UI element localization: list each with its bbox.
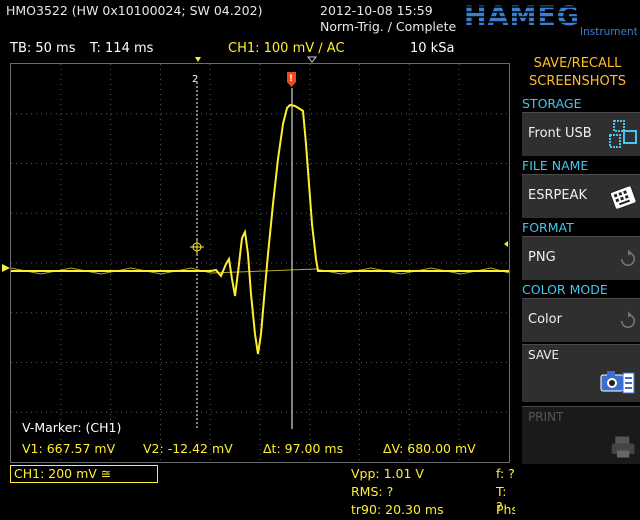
brand-sub: Instruments	[580, 26, 637, 37]
ch1-left-marker	[2, 264, 10, 272]
save-button[interactable]: SAVE	[522, 344, 640, 402]
filename-value: ESRPEAK	[528, 188, 587, 203]
device-info: HMO3522 (HW 0x10100024; SW 04.202)	[6, 3, 263, 18]
trigger-status: Norm-Trig. / Complete	[320, 19, 457, 34]
storage-button[interactable]: Front USB	[522, 112, 640, 156]
menu-title: SAVE/RECALL	[533, 56, 622, 71]
top-header: HMO3522 (HW 0x10100024; SW 04.202) 2012-…	[0, 0, 640, 38]
trigger-level-arrow	[504, 241, 508, 247]
storage-label: STORAGE	[522, 96, 582, 111]
meas-rms: RMS: ?	[351, 484, 394, 499]
trigger-pos-arrow	[306, 56, 318, 63]
meas-tr90: tr90: 20.30 ms	[351, 502, 444, 517]
ch1-setting-box[interactable]: CH1: 200 mV ≅	[10, 465, 158, 483]
timebase[interactable]: TB: 50 ms	[10, 41, 75, 56]
datetime: 2012-10-08 15:59	[320, 3, 433, 18]
filename-label: FILE NAME	[522, 158, 589, 173]
meas-vpp: Vpp: 1.01 V	[351, 466, 424, 481]
waveform-display[interactable]: 1 2 !	[10, 63, 510, 463]
print-label: PRINT	[528, 410, 564, 424]
storage-value: Front USB	[528, 126, 592, 141]
colormode-label: COLOR MODE	[522, 282, 608, 297]
graticule: 1 2 !	[11, 64, 509, 462]
marker-v1: V1: 667.57 mV	[22, 441, 116, 456]
trigger-time[interactable]: T: 114 ms	[90, 41, 153, 56]
marker-delta-v: ΔV: 680.00 mV	[383, 441, 476, 456]
format-value: PNG	[528, 250, 556, 265]
marker-2-label: 2	[192, 74, 198, 85]
trigger-marker-icon: !	[287, 72, 296, 87]
channel-setting[interactable]: CH1: 100 mV ∕ AC	[228, 41, 345, 56]
crosshair-icon	[190, 240, 204, 254]
usb-storage-icon	[609, 120, 637, 148]
hameg-logo: HAMEG Instruments	[462, 1, 637, 37]
camera-icon	[600, 371, 635, 394]
menu-subtitle: SCREENSHOTS	[529, 74, 626, 89]
meas-freq: f: ?	[496, 466, 515, 481]
colormode-value: Color	[528, 312, 562, 327]
sample-rate: 10 kSa	[410, 41, 455, 56]
bottom-bar: CH1: 200 mV ≅ Vpp: 1.01 V RMS: ? tr90: 2…	[0, 463, 522, 520]
softkey-menu: SAVE/RECALL SCREENSHOTS STORAGE Front US…	[515, 52, 640, 520]
printer-icon	[611, 436, 635, 458]
marker-delta-t: Δt: 97.00 ms	[263, 441, 344, 456]
format-label: FORMAT	[522, 220, 574, 235]
cycle-icon	[620, 249, 636, 267]
print-button[interactable]: PRINT	[522, 406, 640, 464]
marker-v2: V2: -12.42 mV	[143, 441, 233, 456]
colormode-button[interactable]: Color	[522, 298, 640, 342]
save-label: SAVE	[528, 348, 560, 362]
marker-title: V-Marker: (CH1)	[22, 420, 122, 435]
format-button[interactable]: PNG	[522, 236, 640, 280]
keyboard-icon	[609, 185, 637, 210]
marker-top-arrow	[195, 57, 201, 62]
cycle-icon	[620, 311, 636, 329]
filename-button[interactable]: ESRPEAK	[522, 174, 640, 218]
